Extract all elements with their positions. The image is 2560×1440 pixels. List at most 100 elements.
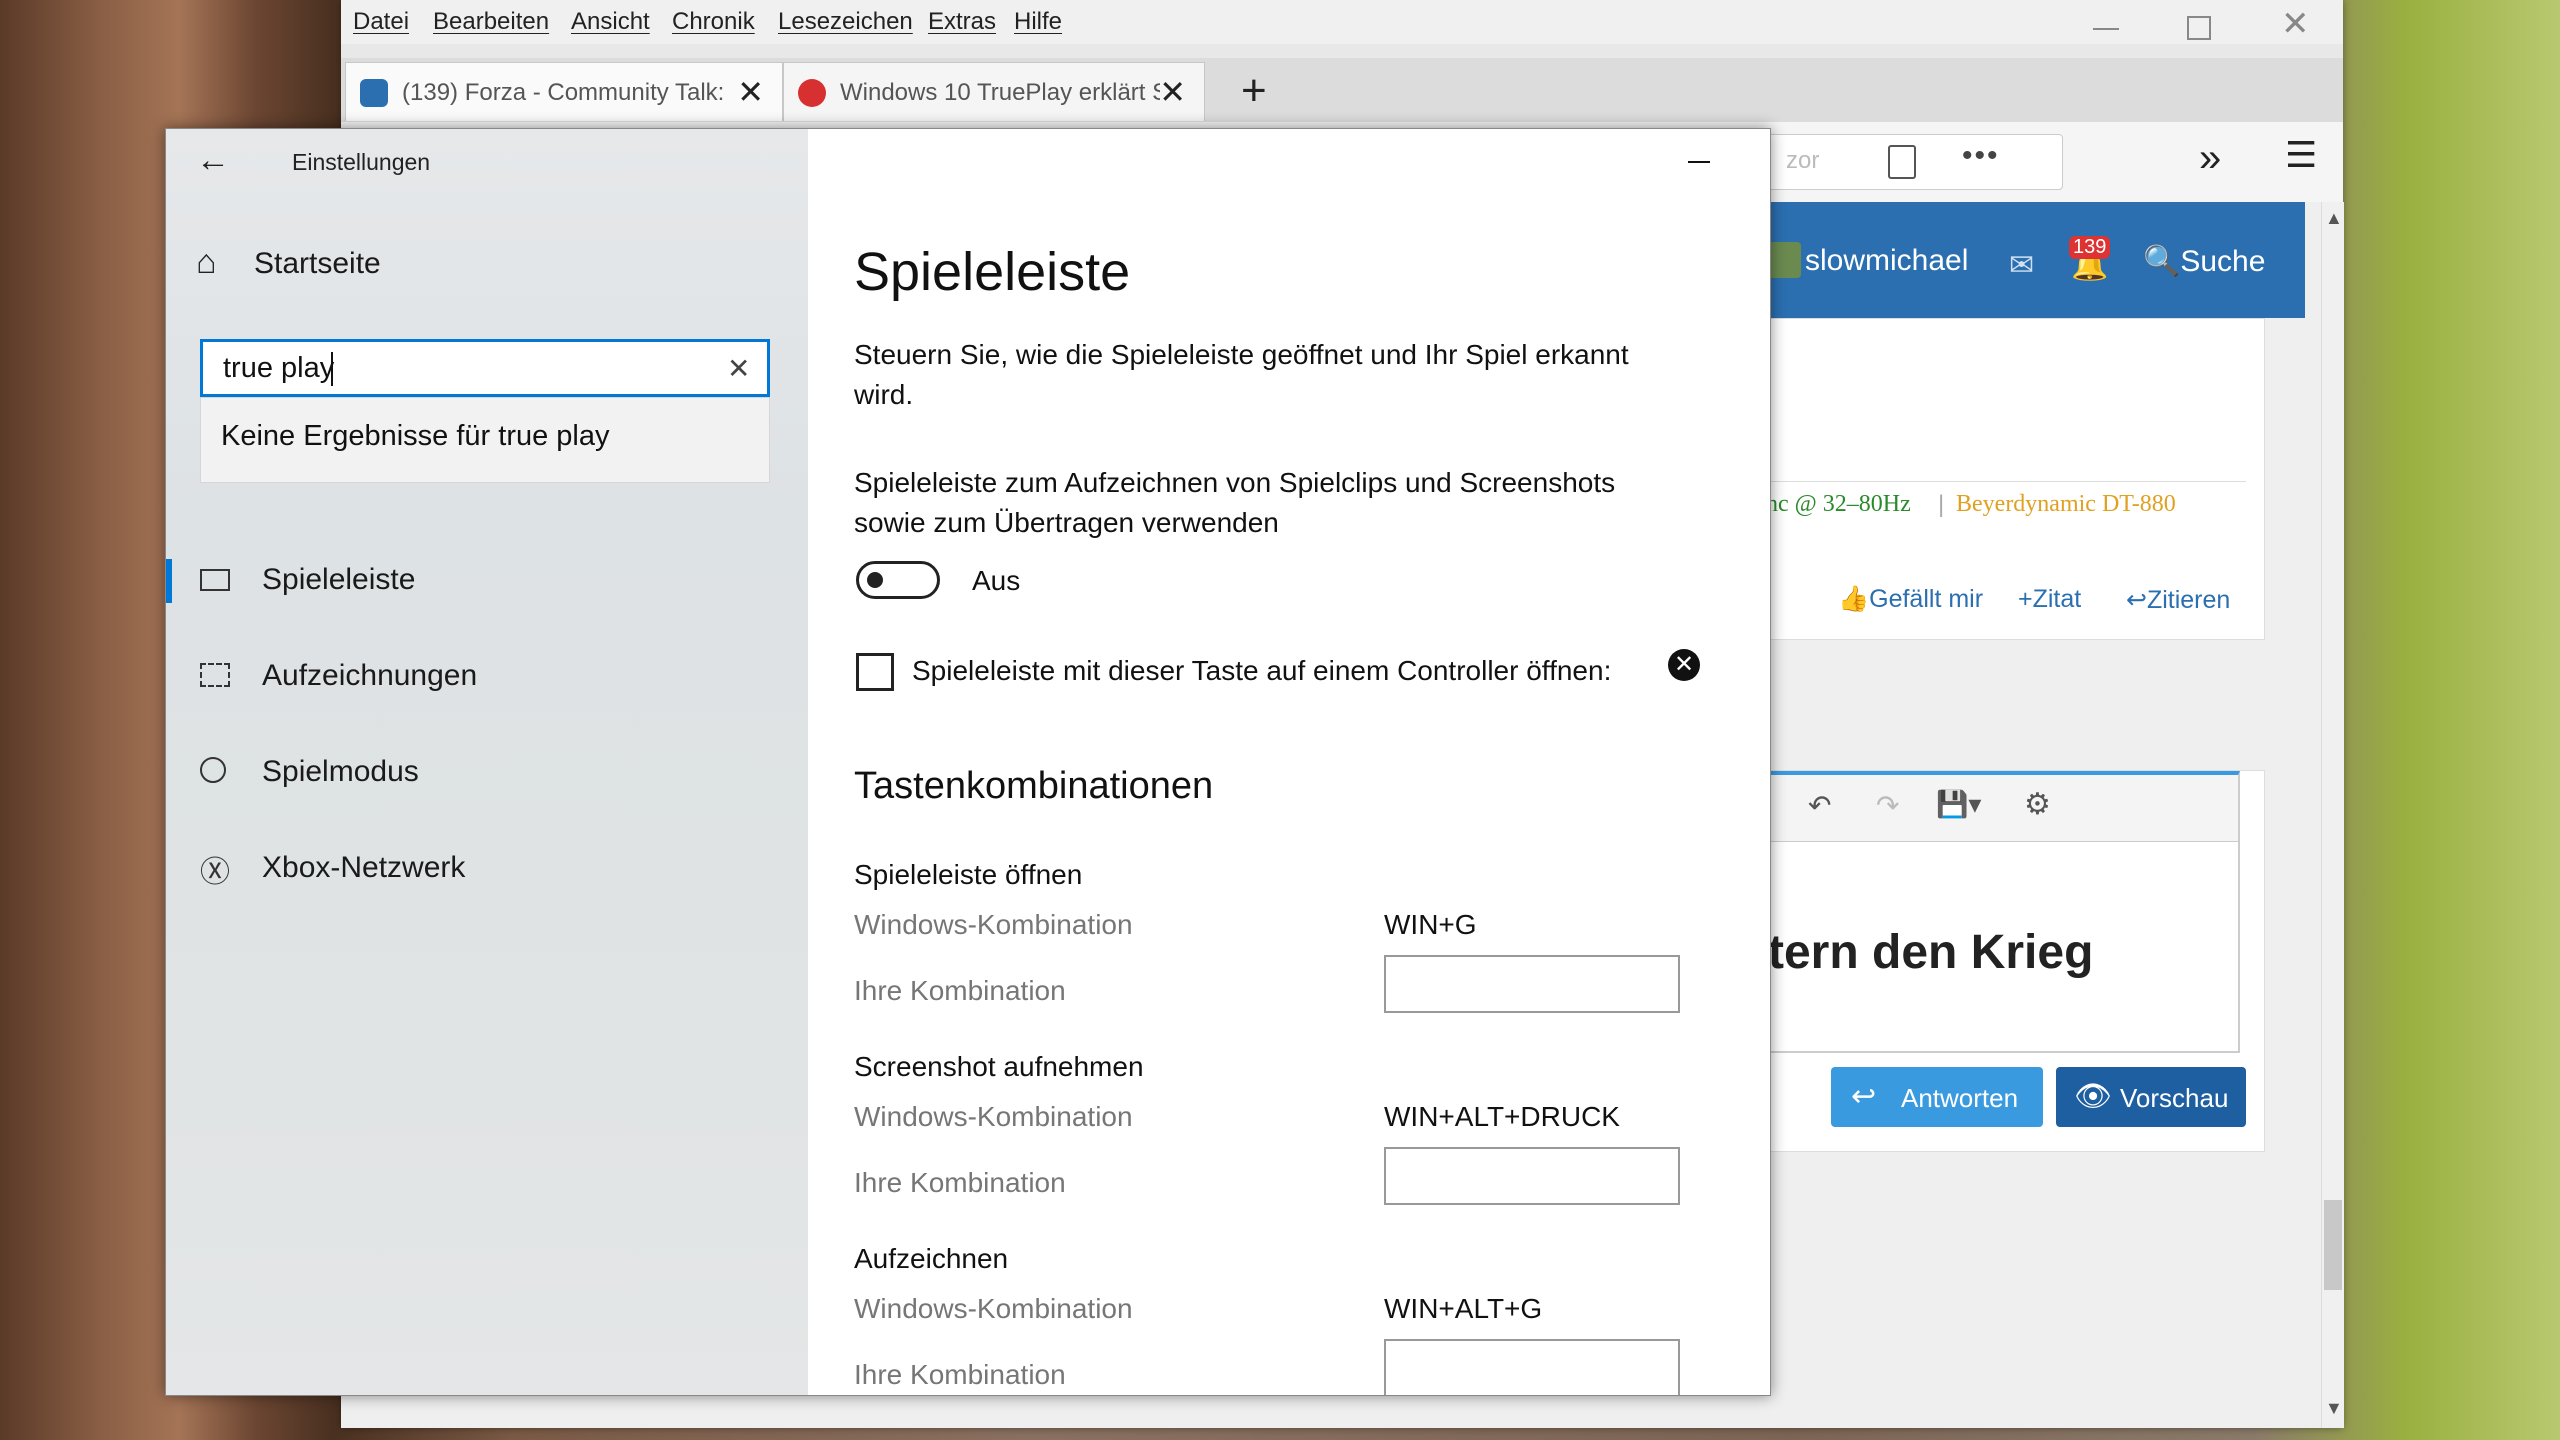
eye-icon: 👁 xyxy=(2074,1080,2113,1113)
home-icon: ⌂ xyxy=(196,243,217,281)
shortcut-record-input[interactable] xyxy=(1384,1339,1680,1395)
minimize-icon xyxy=(1688,161,1710,163)
shortcut-screenshot-input[interactable] xyxy=(1384,1147,1680,1205)
shortcut-record-title: Aufzeichnen xyxy=(854,1243,1009,1274)
forum-username[interactable]: slowmichael xyxy=(1805,244,1968,278)
gamebar-toggle[interactable] xyxy=(856,561,940,599)
url-bar[interactable]: zor ••• xyxy=(1761,134,2063,190)
controller-checkbox[interactable] xyxy=(856,653,894,691)
menu-lesezeichen[interactable]: Lesezeichen xyxy=(778,8,913,36)
shortcut-screenshot-win-label: Windows-Kombination xyxy=(854,1101,1133,1132)
scroll-up-icon[interactable]: ▲ xyxy=(2325,208,2343,229)
tab-trueplay-label: Windows 10 TruePlay erklärt Spiele xyxy=(840,79,1160,106)
tab-forza[interactable]: (139) Forza - Community Talk: Forza ✕ xyxy=(345,62,783,121)
back-arrow-icon[interactable]: ← xyxy=(196,141,230,180)
menu-chronik[interactable]: Chronik xyxy=(672,8,755,36)
editor-toolbar: ↶ ↷ 💾▾ ⚙ xyxy=(1768,775,2238,842)
search-icon: 🔍 xyxy=(2143,245,2181,278)
tab-forza-close-icon[interactable]: ✕ xyxy=(737,73,764,111)
browser-restore-icon[interactable] xyxy=(2187,16,2211,40)
nav-home[interactable]: ⌂ Startseite xyxy=(196,241,776,291)
browser-close-icon[interactable]: ✕ xyxy=(2281,4,2310,44)
signature-orange: Beyerdynamic DT-880 xyxy=(1956,491,2176,517)
like-button[interactable]: 👍Gefällt mir xyxy=(1838,585,1983,614)
trueplay-favicon-icon xyxy=(798,79,826,107)
settings-content: ✕ Spieleleiste Steuern Sie, wie die Spie… xyxy=(808,129,1770,1395)
settings-minimize-button[interactable] xyxy=(1688,129,1710,163)
nav-spieleleiste[interactable]: Spieleleiste xyxy=(166,553,806,609)
zitieren-label: Zitieren xyxy=(2146,586,2231,614)
new-tab-button[interactable]: + xyxy=(1241,66,1267,116)
zitat-button[interactable]: +Zitat xyxy=(2018,585,2081,614)
browser-minimize-icon[interactable] xyxy=(2093,28,2119,30)
menu-extras[interactable]: Extras xyxy=(928,8,996,36)
captures-icon xyxy=(200,663,230,687)
nav-spielmodus[interactable]: Spielmodus xyxy=(166,745,806,801)
settings-search-input[interactable]: true play ✕ xyxy=(200,339,770,397)
no-results-text: Keine Ergebnisse für true play xyxy=(221,420,610,452)
gamemode-icon xyxy=(200,757,226,783)
shortcut-open-own-label: Ihre Kombination xyxy=(854,975,1066,1006)
forum-search-label: Suche xyxy=(2180,245,2266,278)
menu-hilfe[interactable]: Hilfe xyxy=(1014,8,1062,36)
mail-icon[interactable]: ✉ xyxy=(2009,248,2034,283)
save-draft-icon[interactable]: 💾▾ xyxy=(1936,789,1981,820)
tab-trueplay-close-icon[interactable]: ✕ xyxy=(1159,73,1186,111)
menu-datei[interactable]: Datei xyxy=(353,8,409,36)
signature-green: nc @ 32–80Hz xyxy=(1766,491,1911,517)
tab-trueplay[interactable]: Windows 10 TruePlay erklärt Spiele ✕ xyxy=(783,62,1205,121)
page-description: Steuern Sie, wie die Spieleleiste geöffn… xyxy=(854,339,1629,410)
zitat-label: Zitat xyxy=(2032,585,2082,613)
page-scrollbar[interactable]: ▲ ▼ xyxy=(2321,202,2344,1428)
forum-search-button[interactable]: 🔍Suche xyxy=(2143,244,2265,279)
nav-xbox-netzwerk[interactable]: Ⓧ Xbox-Netzwerk xyxy=(166,841,806,897)
like-label: Gefällt mir xyxy=(1869,585,1984,613)
shortcut-record-win-label: Windows-Kombination xyxy=(854,1293,1133,1324)
preview-button[interactable]: 👁 Vorschau xyxy=(2056,1067,2246,1127)
reader-view-icon[interactable] xyxy=(1888,145,1916,179)
browser-tabbar: (139) Forza - Community Talk: Forza ✕ Wi… xyxy=(341,58,2343,122)
reply-button[interactable]: ↩ Antworten xyxy=(1831,1067,2043,1127)
toggle-knob xyxy=(867,572,883,588)
checkbox-label: Spieleleiste mit dieser Taste auf einem … xyxy=(912,655,1612,686)
shortcut-record-win-value: WIN+ALT+G xyxy=(1384,1293,1543,1324)
notif-badge: 139 xyxy=(2069,236,2111,259)
shortcut-open-win-label: Windows-Kombination xyxy=(854,909,1133,940)
menu-bearbeiten[interactable]: Bearbeiten xyxy=(433,8,549,36)
home-label: Startseite xyxy=(254,247,381,280)
nav-spielmodus-label: Spielmodus xyxy=(262,755,419,788)
zitieren-button[interactable]: ↩Zitieren xyxy=(2126,585,2230,615)
forza-favicon-icon xyxy=(360,79,388,107)
shortcut-open-input[interactable] xyxy=(1384,955,1680,1013)
redo-icon[interactable]: ↷ xyxy=(1876,789,1899,822)
search-value: true play xyxy=(223,352,335,384)
menu-ansicht[interactable]: Ansicht xyxy=(571,8,650,36)
scroll-thumb[interactable] xyxy=(2324,1200,2342,1290)
page-title: Spieleleiste xyxy=(854,242,1131,302)
undo-icon[interactable]: ↶ xyxy=(1808,789,1831,822)
settings-window: ← Einstellungen ⌂ Startseite true play ✕… xyxy=(165,128,1771,1396)
shortcut-screenshot-title: Screenshot aufnehmen xyxy=(854,1051,1144,1082)
reply-icon: ↩ xyxy=(1851,1080,1877,1113)
shortcuts-heading: Tastenkombinationen xyxy=(854,765,1214,807)
editor-box[interactable]: ↶ ↷ 💾▾ ⚙ tern den Krieg xyxy=(1766,771,2240,1053)
gamebar-icon xyxy=(200,569,230,591)
clear-search-icon[interactable]: ✕ xyxy=(727,352,750,385)
nav-spieleleiste-label: Spieleleiste xyxy=(262,563,416,596)
toggle-state: Aus xyxy=(972,565,1021,596)
shortcut-open-win-value: WIN+G xyxy=(1384,909,1477,940)
shortcut-open-title: Spieleleiste öffnen xyxy=(854,859,1083,890)
browser-menubar: Datei Bearbeiten Ansicht Chronik Lesezei… xyxy=(341,0,2343,44)
active-indicator xyxy=(166,559,172,603)
page-actions-icon[interactable]: ••• xyxy=(1962,139,2000,173)
hamburger-menu-icon[interactable]: ☰ xyxy=(2285,134,2317,176)
settings-sidebar: ← Einstellungen ⌂ Startseite true play ✕… xyxy=(166,129,808,1395)
nav-aufzeichnungen[interactable]: Aufzeichnungen xyxy=(166,649,806,705)
toggle-label: Spieleleiste zum Aufzeichnen von Spielcl… xyxy=(854,467,1616,538)
shortcut-screenshot-win-value: WIN+ALT+DRUCK xyxy=(1384,1101,1620,1132)
signature-sep: | xyxy=(1938,491,1945,518)
overflow-chevrons-icon[interactable]: » xyxy=(2199,136,2221,181)
scroll-down-icon[interactable]: ▼ xyxy=(2325,1398,2343,1419)
preview-label: Vorschau xyxy=(2120,1083,2229,1113)
gear-icon[interactable]: ⚙ xyxy=(2024,787,2051,822)
